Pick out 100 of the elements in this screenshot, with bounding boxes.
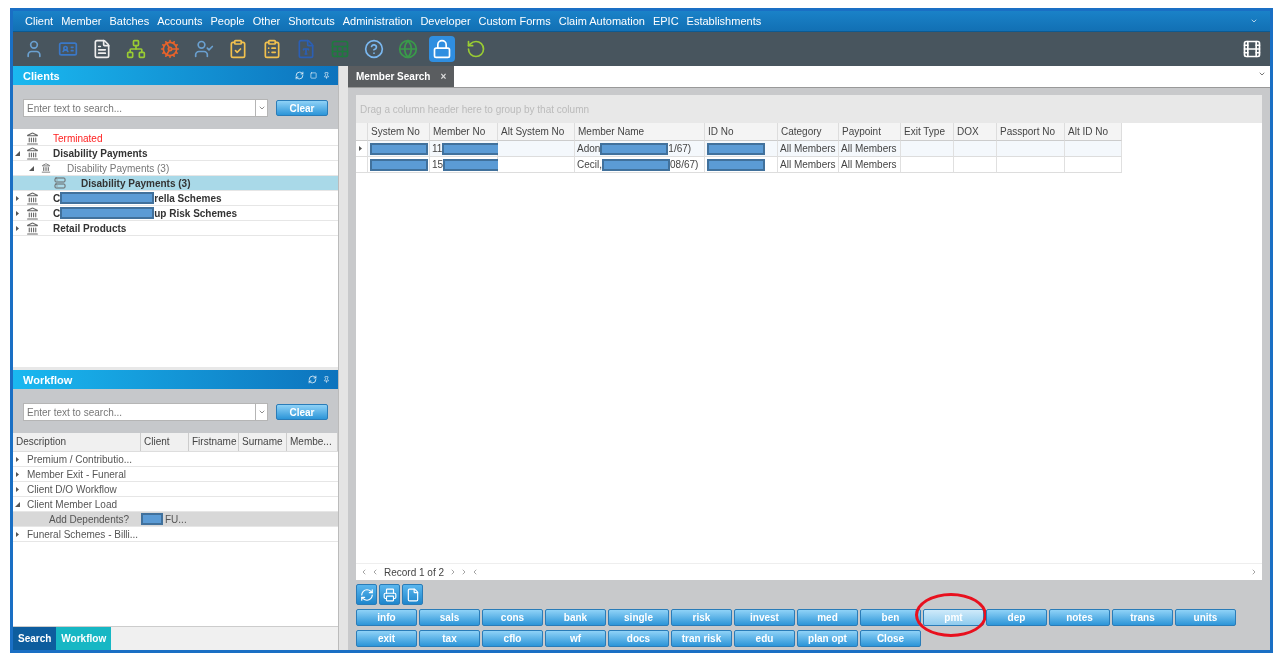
menu-item[interactable]: Shortcuts [288, 15, 335, 27]
expander-icon[interactable] [14, 501, 20, 507]
dropdown-icon[interactable] [1250, 17, 1258, 25]
menu-item[interactable]: Accounts [157, 15, 203, 27]
menu-item[interactable]: Developer [420, 15, 471, 27]
refresh-icon[interactable] [308, 375, 317, 384]
dropdown-icon[interactable] [1258, 70, 1266, 78]
panel-tab[interactable]: Search [13, 627, 57, 650]
column-header[interactable]: ID No [705, 123, 778, 141]
row-header[interactable] [356, 141, 368, 157]
menu-item[interactable]: Administration [342, 15, 413, 27]
menu-item[interactable]: Batches [109, 15, 150, 27]
tree-item[interactable]: C rella Schemes [13, 191, 338, 206]
panel-tab[interactable]: Workflow [56, 627, 112, 650]
action-button[interactable]: single [608, 609, 669, 626]
cell-text: 11 [432, 143, 443, 154]
caret-icon [257, 104, 266, 112]
menu-item[interactable]: Establishments [686, 15, 762, 27]
column-header[interactable]: System No [368, 123, 430, 141]
lock-icon[interactable] [429, 36, 455, 62]
cell-text: All Members [780, 143, 836, 154]
expander-icon[interactable] [358, 146, 363, 151]
menu-item[interactable]: Member [61, 15, 102, 27]
action-button[interactable]: plan opt [797, 630, 858, 647]
caret-icon [257, 408, 266, 416]
pin-icon[interactable] [323, 72, 330, 79]
refresh-icon[interactable] [295, 71, 304, 80]
column-header[interactable]: Category [778, 123, 839, 141]
tree-label: rella Schemes [154, 192, 222, 204]
tree-item[interactable]: Disability Payments [13, 146, 338, 161]
document-tab[interactable]: Member Search × [348, 66, 455, 87]
tree-label: up Risk Schemes [154, 207, 238, 219]
menu-item[interactable]: People [210, 15, 245, 27]
column-header[interactable]: Member Name [575, 123, 705, 141]
column-header[interactable]: DOX [954, 123, 997, 141]
action-button[interactable]: sals [419, 609, 480, 626]
film-reel-icon[interactable] [1242, 39, 1262, 59]
clear-button[interactable]: Clear [276, 404, 328, 420]
column-header[interactable]: Client [141, 433, 189, 451]
bank-building-icon [25, 146, 39, 160]
action-button[interactable]: tax [419, 630, 480, 647]
expander-icon[interactable] [14, 456, 20, 462]
column-header[interactable]: Alt ID No [1065, 123, 1122, 141]
search-field[interactable]: Enter text to search... [23, 99, 256, 117]
column-header[interactable]: Firstname [189, 433, 239, 451]
workflow-item[interactable]: Premium / Contributio... [27, 453, 133, 465]
menu-item[interactable]: Claim Automation [558, 15, 645, 27]
column-header[interactable]: Alt System No [498, 123, 575, 141]
close-button[interactable]: × [440, 71, 447, 82]
tree-label: C [53, 192, 61, 204]
pin-icon[interactable] [323, 376, 330, 383]
scroll-right-icon[interactable] [1250, 567, 1258, 576]
menu-item[interactable]: Client [25, 15, 54, 27]
workflow-item[interactable]: Add Dependents? [49, 513, 130, 525]
clear-button[interactable]: Clear [276, 100, 328, 116]
expander-icon[interactable] [14, 531, 20, 537]
maximize-icon[interactable] [310, 72, 317, 79]
cell-text: All Members [841, 159, 897, 170]
workflow-item[interactable]: Client D/O Workflow [27, 483, 117, 495]
first-page-icon[interactable] [360, 568, 368, 576]
tree-item[interactable]: Disability Payments (3) [13, 176, 338, 191]
print-button[interactable] [379, 584, 400, 605]
search-field[interactable]: Enter text to search... [23, 403, 256, 421]
expander-icon[interactable] [28, 165, 34, 171]
tree-item[interactable]: Terminated [13, 131, 338, 146]
dropdown-button[interactable] [256, 99, 268, 117]
table-cell [1065, 157, 1122, 173]
workflow-item[interactable]: Member Exit - Funeral [27, 468, 126, 480]
previous-page-icon[interactable] [371, 568, 379, 576]
column-header[interactable]: Member No [430, 123, 498, 141]
expander-icon[interactable] [14, 471, 20, 477]
tree-item[interactable]: C up Risk Schemes [13, 206, 338, 221]
tree-label: Disability Payments [53, 147, 148, 159]
tree-label: Retail Products [53, 222, 127, 234]
table-cell [997, 157, 1065, 173]
workflow-item[interactable]: Client Member Load [27, 498, 118, 510]
menu-item[interactable]: Other [252, 15, 281, 27]
column-header[interactable]: Passport No [997, 123, 1065, 141]
expander-icon[interactable] [14, 210, 20, 216]
column-header[interactable]: Exit Type [901, 123, 954, 141]
expander-icon[interactable] [14, 225, 20, 231]
dropdown-button[interactable] [256, 403, 268, 421]
expander-icon[interactable] [14, 195, 20, 201]
workflow-item[interactable]: Funeral Schemes - Billi... [27, 528, 139, 540]
action-button[interactable]: units [1175, 609, 1236, 626]
document-button[interactable] [402, 584, 423, 605]
tree-item[interactable]: Retail Products [13, 221, 338, 236]
menu-item[interactable]: Custom Forms [478, 15, 551, 27]
refresh-button[interactable] [356, 584, 377, 605]
column-header[interactable]: Description [13, 433, 141, 451]
column-header[interactable]: Paypoint [839, 123, 901, 141]
action-button[interactable]: cons [482, 609, 543, 626]
menu-item[interactable]: EPIC [652, 15, 679, 27]
table-cell [954, 141, 997, 157]
column-header[interactable]: Membe... [287, 433, 338, 451]
panel-title: Clients [23, 69, 61, 82]
expander-icon[interactable] [14, 150, 20, 156]
expander-icon[interactable] [14, 486, 20, 492]
document-icon [405, 587, 420, 602]
column-header[interactable]: Surname [239, 433, 287, 451]
